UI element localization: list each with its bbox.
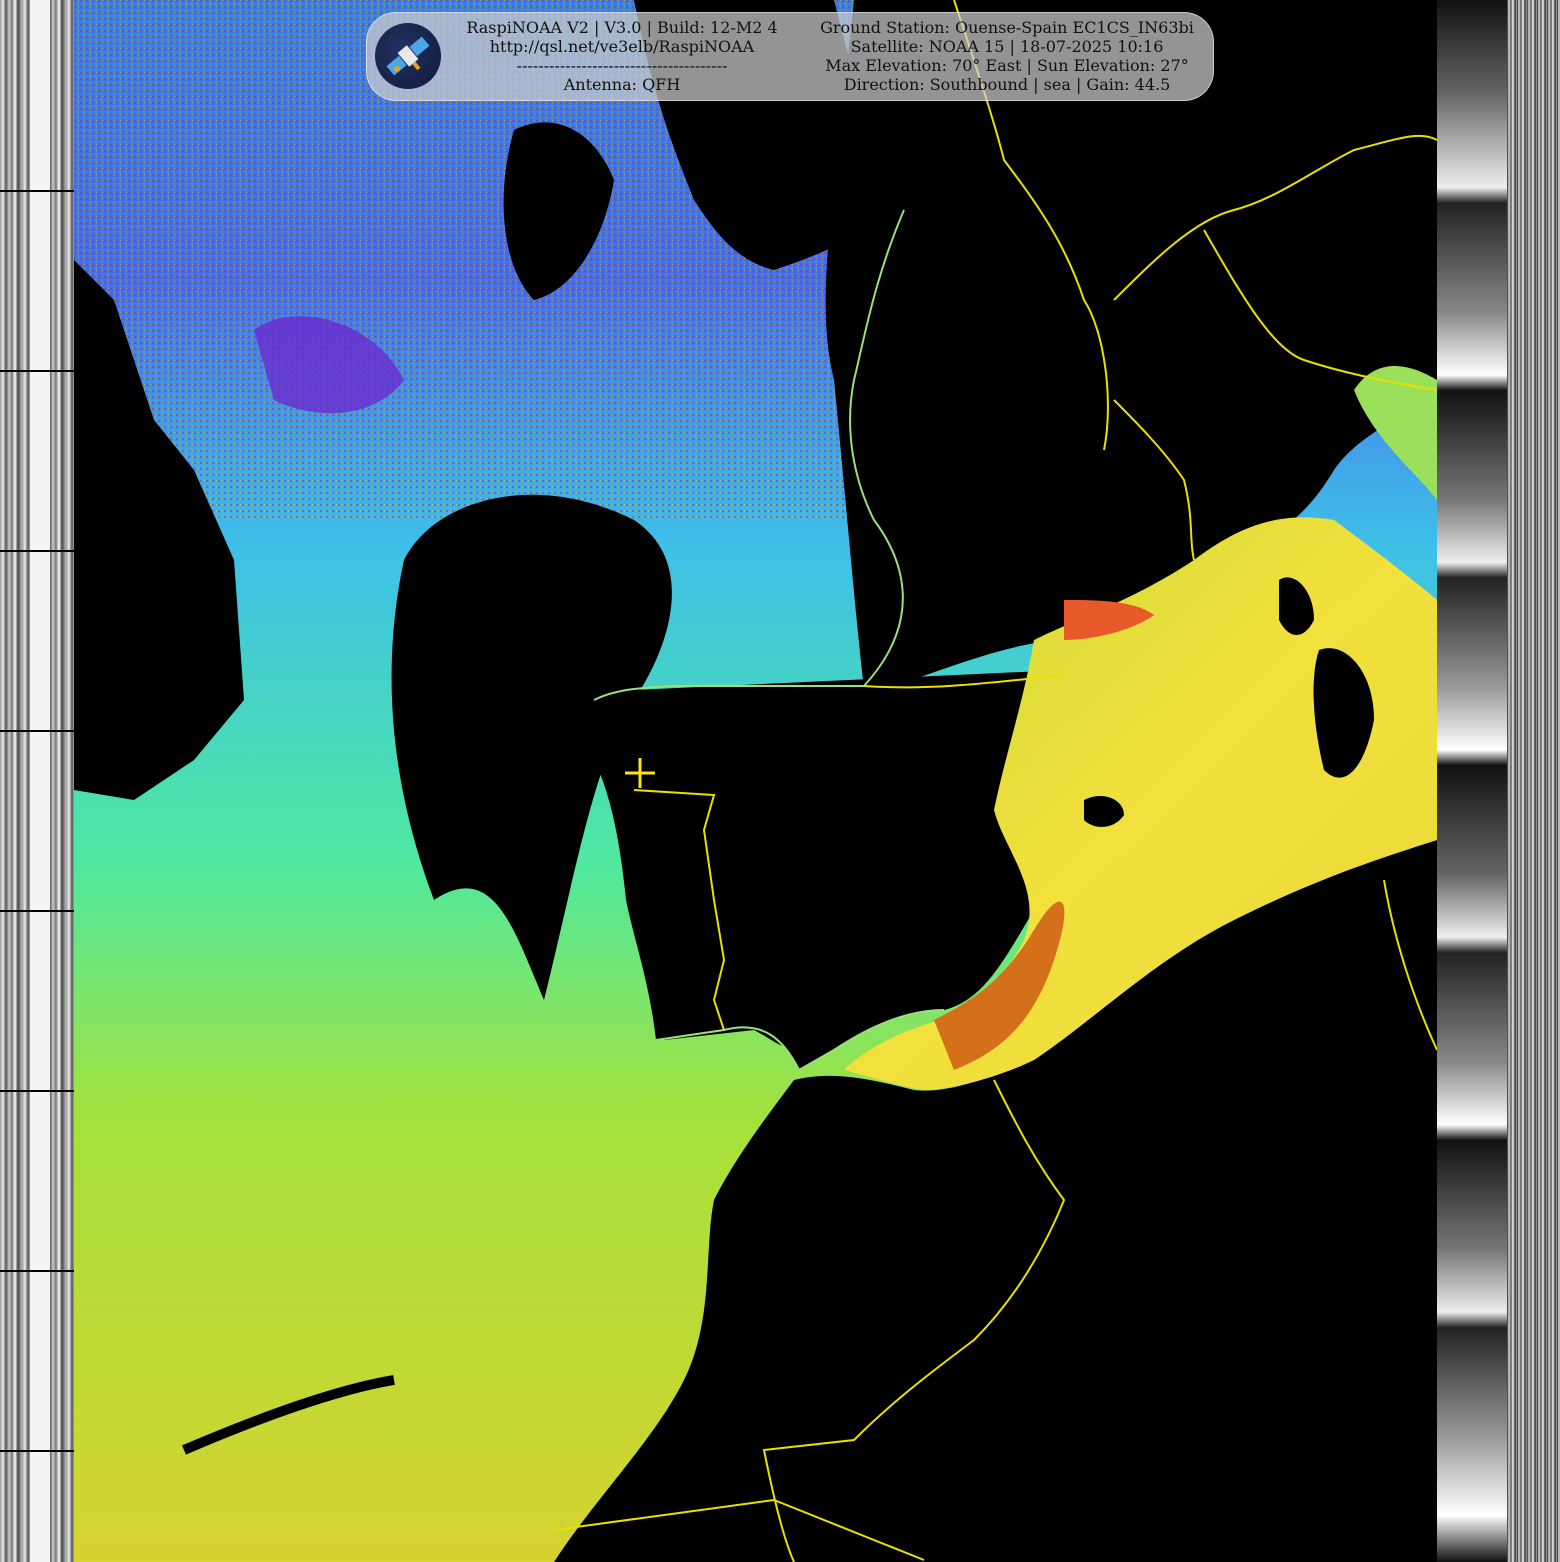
- project-url: http://qsl.net/ve3elb/RaspiNOAA: [489, 37, 755, 56]
- pass-info-banner: RaspiNOAA V2 | V3.0 | Build: 12-M2 4 htt…: [366, 12, 1214, 101]
- sync-tail: [1507, 0, 1560, 1562]
- elevation-info: Max Elevation: 70° East | Sun Elevation:…: [825, 56, 1189, 75]
- antenna-info: Antenna: QFH: [563, 75, 681, 94]
- separator: ---------------------------------------: [516, 56, 728, 75]
- strip-band: [0, 550, 74, 552]
- strip-band: [0, 1090, 74, 1092]
- banner-right-column: Ground Station: Ouense-Spain EC1CS_IN63b…: [807, 18, 1207, 94]
- satellite-pass: Satellite: NOAA 15 | 18-07-2025 10:16: [850, 37, 1164, 56]
- strip-band: [0, 1450, 74, 1452]
- sync-bar: [30, 0, 50, 1562]
- satellite-logo: [375, 23, 441, 89]
- banner-left-column: RaspiNOAA V2 | V3.0 | Build: 12-M2 4 htt…: [451, 18, 793, 94]
- direction-gain: Direction: Southbound | sea | Gain: 44.5: [843, 75, 1171, 94]
- satellite-sea-temperature-image: [74, 0, 1437, 1562]
- ground-station: Ground Station: Ouense-Spain EC1CS_IN63b…: [820, 18, 1194, 37]
- satellite-icon: [386, 36, 430, 76]
- left-telemetry-strip: [0, 0, 74, 1562]
- strip-band: [0, 730, 74, 732]
- strip-band: [0, 190, 74, 192]
- strip-band: [0, 910, 74, 912]
- strip-band: [0, 370, 74, 372]
- map-canvas: [74, 0, 1437, 1562]
- strip-band: [0, 1270, 74, 1272]
- software-version: RaspiNOAA V2 | V3.0 | Build: 12-M2 4: [466, 18, 778, 37]
- right-telemetry-strip: [1437, 0, 1560, 1562]
